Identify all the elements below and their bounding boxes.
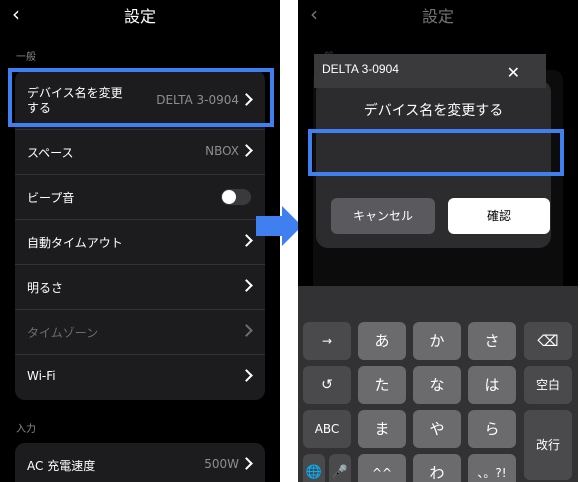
- highlight-box-rename-row: [8, 68, 274, 127]
- auto-timeout-label: 自動タイムアウト: [27, 236, 123, 250]
- key-ya[interactable]: や: [413, 410, 461, 448]
- device-name-input[interactable]: [322, 62, 492, 76]
- key-ra[interactable]: ら: [468, 410, 516, 448]
- key-ta[interactable]: た: [358, 366, 406, 404]
- key-punctuation[interactable]: 、。?!: [468, 454, 516, 482]
- key-na[interactable]: な: [413, 366, 461, 404]
- clear-icon[interactable]: ✕: [507, 63, 520, 82]
- abc-key[interactable]: ABC: [303, 410, 351, 448]
- settings-row-auto-timeout[interactable]: 自動タイムアウト: [15, 220, 265, 265]
- toggle-knob: [222, 190, 236, 204]
- section-input-label: 入力: [16, 424, 36, 435]
- key-arrow-right[interactable]: →: [303, 322, 351, 360]
- arrow-right-icon: [256, 206, 302, 246]
- settings-row-beep: ビープ音: [15, 175, 265, 220]
- key-sa[interactable]: さ: [468, 322, 516, 360]
- backspace-icon[interactable]: ⌫: [524, 322, 572, 360]
- wifi-label: Wi-Fi: [27, 369, 56, 383]
- settings-row-timezone[interactable]: タイムゾーン: [15, 310, 265, 355]
- chevron-right-icon: [240, 234, 253, 247]
- key-wa[interactable]: わ: [413, 454, 461, 482]
- ac-charge-value: 500W: [204, 457, 239, 471]
- confirm-button[interactable]: 確認: [448, 198, 550, 234]
- header: ‹ 設定: [0, 0, 280, 30]
- beep-toggle[interactable]: [221, 189, 251, 205]
- key-ma[interactable]: ま: [358, 410, 406, 448]
- settings-row-ac-charge[interactable]: AC 充電速度 500W: [15, 443, 265, 482]
- space-value: NBOX: [205, 144, 239, 158]
- rename-dialog-screen: ‹ 設定 一般 デバイス名を変更する キャンセル 確認 ✕ → あ か さ ⌫ …: [298, 0, 578, 482]
- key-dakuten[interactable]: ^^: [358, 454, 406, 482]
- cancel-button[interactable]: キャンセル: [331, 198, 435, 234]
- chevron-right-icon: [240, 457, 253, 470]
- brightness-label: 明るさ: [27, 281, 64, 295]
- dialog-title: デバイス名を変更する: [363, 103, 504, 119]
- settings-row-brightness[interactable]: 明るさ: [15, 265, 265, 310]
- japanese-keyboard: → あ か さ ⌫ ↺ た な は 空白 ABC ま や ら 改行 🌐 🎤 ^^…: [298, 286, 578, 482]
- settings-row-wifi[interactable]: Wi-Fi: [15, 355, 265, 399]
- chevron-right-icon: [240, 324, 253, 337]
- key-a[interactable]: あ: [358, 322, 406, 360]
- key-ha[interactable]: は: [468, 366, 516, 404]
- input-settings-card: AC 充電速度 500W: [15, 443, 265, 482]
- highlight-box-name-field: [308, 129, 564, 176]
- settings-screen: ‹ 設定 一般 デバイス名を変更 する DELTA 3-0904 スペース NB…: [0, 0, 280, 482]
- key-ka[interactable]: か: [413, 322, 461, 360]
- chevron-right-icon: [240, 144, 253, 157]
- ac-charge-label: AC 充電速度: [27, 459, 96, 473]
- chevron-right-icon: [240, 369, 253, 382]
- beep-label: ビープ音: [27, 191, 75, 205]
- globe-icon[interactable]: 🌐: [303, 454, 325, 482]
- settings-row-space[interactable]: スペース NBOX: [15, 130, 265, 175]
- chevron-right-icon: [240, 279, 253, 292]
- space-label: スペース: [27, 146, 74, 160]
- return-key[interactable]: 改行: [524, 410, 572, 480]
- timezone-label: タイムゾーン: [27, 326, 99, 340]
- section-general-label: 一般: [16, 52, 36, 63]
- microphone-icon[interactable]: 🎤: [329, 454, 351, 482]
- page-title: 設定: [123, 7, 156, 26]
- space-key[interactable]: 空白: [524, 366, 572, 404]
- undo-icon[interactable]: ↺: [303, 366, 351, 404]
- device-name-field[interactable]: ✕: [314, 54, 546, 88]
